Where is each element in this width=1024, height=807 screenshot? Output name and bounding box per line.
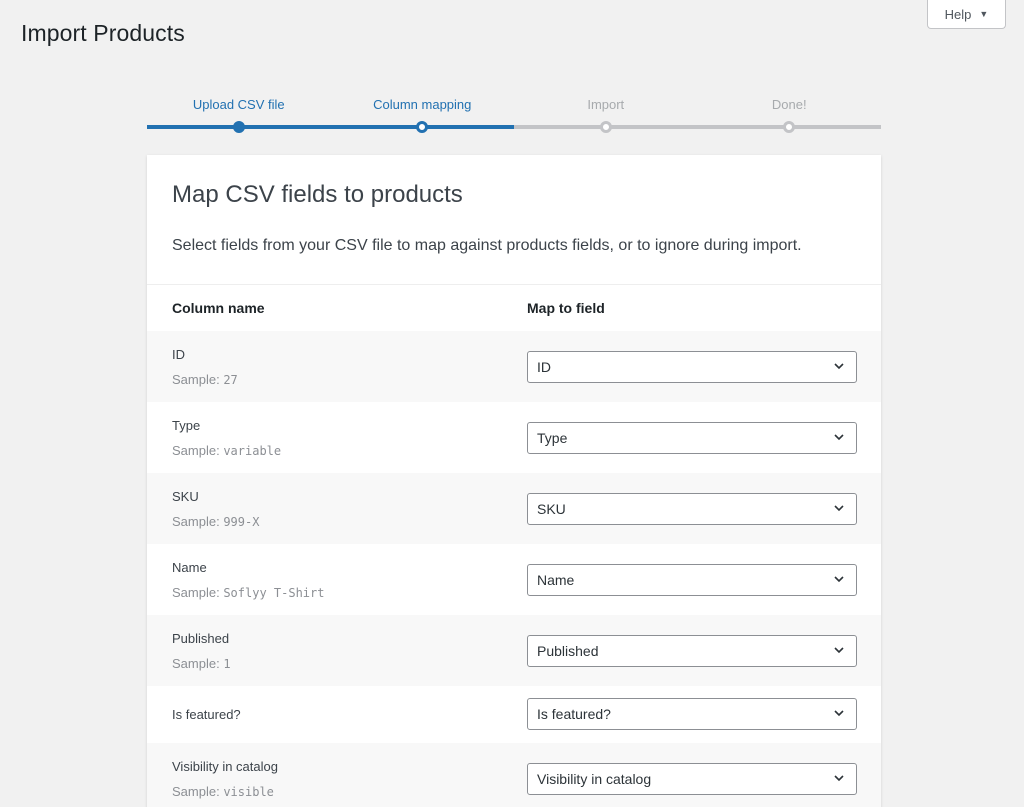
chevron-down-icon xyxy=(834,505,844,512)
csv-column-name: Visibility in catalog xyxy=(172,759,278,774)
table-row: Published Sample: 1 Published xyxy=(147,615,881,686)
selected-field: Type xyxy=(537,430,568,446)
chevron-down-icon xyxy=(834,434,844,441)
sample-prefix: Sample: xyxy=(172,443,220,458)
table-row: SKU Sample: 999-X SKU xyxy=(147,473,881,544)
sample-value: Soflyy T-Shirt xyxy=(223,586,325,600)
csv-column-name: Name xyxy=(172,560,207,575)
card-description: Select fields from your CSV file to map … xyxy=(172,237,802,254)
step-dot-icon xyxy=(416,121,429,133)
step-import: Import xyxy=(514,96,698,136)
sample-prefix: Sample: xyxy=(172,514,220,529)
help-label: Help xyxy=(944,6,972,22)
selected-field: Published xyxy=(537,643,599,659)
csv-column-name: Published xyxy=(172,631,230,646)
step-done: Done! xyxy=(697,96,881,136)
sample-prefix: Sample: xyxy=(172,372,220,387)
map-field-select[interactable]: Type xyxy=(527,422,857,454)
sample-value: 999-X xyxy=(223,515,260,529)
table-row: Type Sample: variable Type xyxy=(147,402,881,473)
table-row: Visibility in catalog Sample: visible Vi… xyxy=(147,743,881,807)
step-upload-csv: Upload CSV file xyxy=(147,96,331,136)
sample-prefix: Sample: xyxy=(172,784,220,799)
table-header: Column name Map to field xyxy=(147,285,881,331)
sample-text: Sample: visible xyxy=(172,784,274,799)
mapping-rows: ID Sample: 27 ID Type Sample: variable T… xyxy=(147,331,881,807)
step-label: Done! xyxy=(771,97,807,112)
selected-field: Is featured? xyxy=(537,706,611,722)
chevron-down-icon xyxy=(834,710,844,717)
csv-column-name: ID xyxy=(172,347,185,362)
sample-prefix: Sample: xyxy=(172,656,220,671)
chevron-down-icon xyxy=(834,576,844,583)
step-label: Upload CSV file xyxy=(192,97,285,112)
card-header: Map CSV fields to products Select fields… xyxy=(147,155,881,285)
step-label: Column mapping xyxy=(373,97,472,112)
map-field-select[interactable]: ID xyxy=(527,351,857,383)
step-dot-icon xyxy=(599,121,612,133)
sample-text: Sample: Soflyy T-Shirt xyxy=(172,585,324,600)
import-products-page: Import Products Help ▼ Upload CSV file C… xyxy=(0,0,1024,807)
map-field-select[interactable]: Published xyxy=(527,635,857,667)
map-field-select[interactable]: SKU xyxy=(527,493,857,525)
sample-text: Sample: 27 xyxy=(172,372,238,387)
chevron-down-icon xyxy=(834,363,844,370)
map-field-select[interactable]: Is featured? xyxy=(527,698,857,730)
map-to-field-header: Map to field xyxy=(527,300,605,316)
step-column-mapping: Column mapping xyxy=(330,96,514,136)
step-dot-icon xyxy=(232,121,245,133)
table-row: ID Sample: 27 ID xyxy=(147,331,881,402)
mapping-card: Map CSV fields to products Select fields… xyxy=(147,155,881,807)
table-row: Name Sample: Soflyy T-Shirt Name xyxy=(147,544,881,615)
help-button[interactable]: Help ▼ xyxy=(927,0,1006,29)
sample-value: 27 xyxy=(223,373,238,387)
csv-column-name: SKU xyxy=(172,489,199,504)
sample-text: Sample: 999-X xyxy=(172,514,259,529)
sample-value: visible xyxy=(223,785,274,799)
selected-field: Name xyxy=(537,572,575,588)
sample-text: Sample: variable xyxy=(172,443,281,458)
import-progress-steps: Upload CSV file Column mapping Import Do… xyxy=(147,96,881,136)
caret-down-icon: ▼ xyxy=(979,9,989,19)
selected-field: ID xyxy=(537,359,551,375)
sample-value: 1 xyxy=(223,657,231,671)
table-row: Is featured? Is featured? xyxy=(147,686,881,743)
step-dot-icon xyxy=(783,121,796,133)
step-label: Import xyxy=(587,97,625,112)
chevron-down-icon xyxy=(834,775,844,782)
sample-text: Sample: 1 xyxy=(172,656,231,671)
card-title: Map CSV fields to products xyxy=(172,181,463,208)
map-field-select[interactable]: Name xyxy=(527,564,857,596)
csv-column-name: Type xyxy=(172,418,201,433)
chevron-down-icon xyxy=(834,647,844,654)
selected-field: Visibility in catalog xyxy=(537,771,652,787)
csv-column-name: Is featured? xyxy=(172,707,241,722)
map-field-select[interactable]: Visibility in catalog xyxy=(527,763,857,795)
column-name-header: Column name xyxy=(172,300,265,316)
sample-prefix: Sample: xyxy=(172,585,220,600)
page-title: Import Products xyxy=(21,20,185,46)
selected-field: SKU xyxy=(537,501,566,517)
sample-value: variable xyxy=(223,444,282,458)
